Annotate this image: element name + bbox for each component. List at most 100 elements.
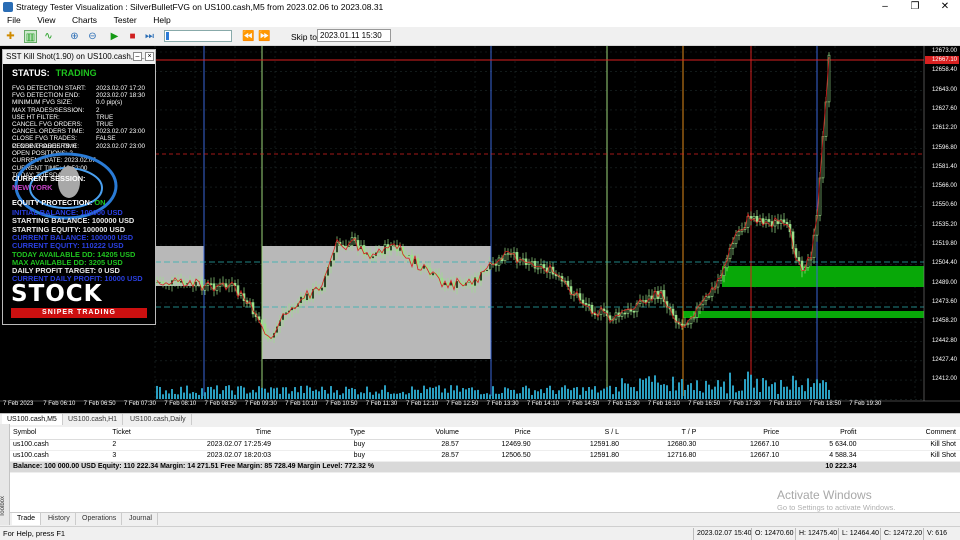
param-key: CANCEL FVG ORDERS: [12,121,83,128]
menu-help[interactable]: Help [146,14,177,27]
speed-down-icon[interactable]: ⏪ [242,30,255,43]
volume-bar [810,386,812,399]
menu-charts[interactable]: Charts [65,14,104,27]
volume-bar [645,378,647,399]
logo-main: STOCK [11,281,103,307]
volume-bar [828,389,830,399]
column-header[interactable]: Ticket [109,427,176,440]
volume-bar [396,393,398,399]
volume-bar [348,389,350,399]
volume-bar [579,394,581,399]
volume-bar [378,393,380,399]
skip-icon[interactable]: ⏩ [258,30,271,43]
volume-bar [801,385,803,399]
tab-operations[interactable]: Operations [77,513,123,525]
param-value: 2023.02.07 23:00 [96,128,146,136]
column-header[interactable]: Symbol [10,427,110,440]
tab-trade[interactable]: Trade [12,513,42,525]
tab-history[interactable]: History [43,513,76,525]
volume-bar [819,383,821,399]
column-header[interactable]: Profit [783,427,861,440]
time-tick: 7 Feb 11:30 [365,401,398,407]
param-key: MINIMUM FVG SIZE: [12,99,73,107]
volume-bar [414,389,416,399]
panel-minimize-icon[interactable]: – [133,52,142,61]
tab-daily[interactable]: US100.cash,Daily [125,414,192,425]
column-header[interactable]: T / P [623,427,701,440]
price-tick: 12504.40 [931,260,957,267]
table-row[interactable]: us100.cash 2 2023.02.07 17:25:49 buy 28.57 12… [10,439,960,451]
volume-bar [351,387,353,399]
volume-bar [309,387,311,399]
candle-body [320,287,324,292]
volume-bar [669,391,671,399]
session-label: CURRENT SESSION: [12,174,86,183]
zoom-out-icon[interactable]: ⊖ [86,30,99,43]
volume-bar [444,388,446,399]
candle-body [734,234,738,244]
progress-bar[interactable] [164,30,232,42]
volume-bar [375,391,377,399]
column-header[interactable]: S / L [534,427,624,440]
volume-bar [660,384,662,399]
menu-view[interactable]: View [30,14,62,27]
volume-bar [474,390,476,399]
tab-m5[interactable]: US100.cash,M5 [2,414,63,425]
price-tick: 12627.60 [931,105,957,112]
volume-bar [222,390,224,399]
candles-icon[interactable]: ▥ [24,30,37,43]
table-cell: us100.cash [10,450,110,462]
crosshair-icon[interactable]: ✚ [4,30,17,43]
volume-bar [162,394,164,399]
volume-bar [294,387,296,399]
candle-body [506,253,510,256]
candle-body [710,288,714,297]
volume-bar [234,394,236,399]
panel-close-icon[interactable]: × [145,52,154,61]
tab-h1[interactable]: US100.cash,H1 [63,414,124,425]
ea-info-panel[interactable]: SST Kill Shot(1.90) on US100.cash,5 ... … [2,49,156,325]
column-header[interactable]: Time [175,427,276,440]
volume-bar [552,390,554,399]
column-header[interactable]: Price [700,427,784,440]
param-value: 2023.02.07 18:30 [96,92,146,100]
skip-to-input[interactable]: 2023.01.11 15:30 [317,29,391,42]
candle-body [749,216,753,219]
column-header[interactable]: Type [275,427,369,440]
stop-icon[interactable]: ■ [126,30,139,43]
volume-bar [336,390,338,399]
volume-bar [510,390,512,399]
status-close: C: 12472.20 [880,528,922,540]
param-value: TRUE [96,121,114,128]
minimize-button[interactable]: – [870,0,900,14]
column-header[interactable]: Comment [860,427,960,440]
volume-bar [285,387,287,399]
volume-bar [537,391,539,399]
column-header[interactable]: Price [462,427,535,440]
time-tick: 7 Feb 17:30 [728,401,761,407]
volume-bar [768,386,770,399]
price-tick: 12596.80 [931,144,957,151]
volume-bar [333,392,335,399]
volume-bar [426,389,428,399]
param-key: FVG DETECTION END: [12,92,80,100]
volume-bar [372,394,374,399]
param-key: MAX TRADES/SESSION: [12,106,85,114]
equity-protection-label: EQUITY PROTECTION: [12,198,93,207]
maximize-button[interactable]: ❐ [900,0,930,14]
step-icon[interactable]: ⏭ [143,30,156,43]
title-bar: Strategy Tester Visualization : SilverBu… [0,0,960,14]
menu-tester[interactable]: Tester [107,14,144,27]
menu-file[interactable]: File [0,14,28,27]
line-chart-icon[interactable]: ∿ [42,30,55,43]
volume-bar [459,391,461,399]
time-tick: 7 Feb 09:30 [244,401,277,407]
tab-journal[interactable]: Journal [124,513,158,525]
play-icon[interactable]: ▶ [108,30,121,43]
column-header[interactable]: Volume [368,427,463,440]
volume-bar [354,389,356,399]
toolbox-strip[interactable]: Toolbox [0,424,10,525]
zoom-in-icon[interactable]: ⊕ [68,30,81,43]
table-row[interactable]: us100.cash 3 2023.02.07 18:20:03 buy 28.57 12… [10,450,960,462]
close-button[interactable]: ✕ [930,0,960,14]
